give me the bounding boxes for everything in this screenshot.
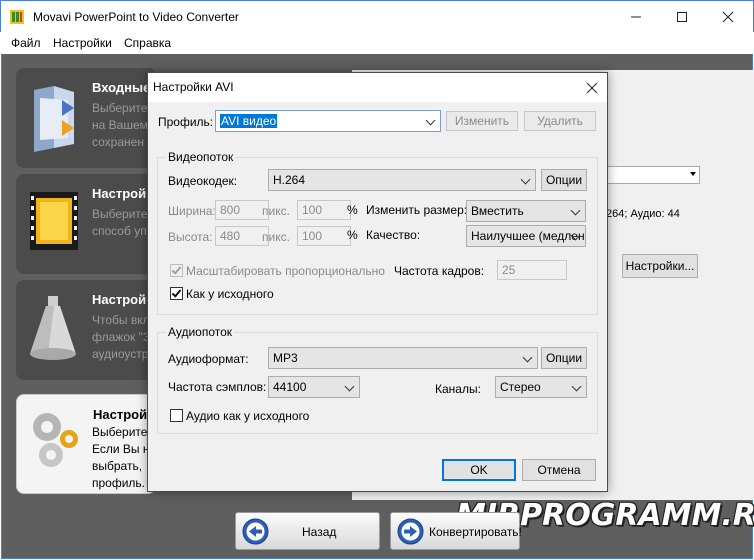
ok-button[interactable]: OK bbox=[442, 459, 516, 481]
step-title: Настрой bbox=[93, 407, 148, 422]
dialog-titlebar: Настройки AVI bbox=[148, 73, 607, 102]
close-icon bbox=[586, 82, 598, 93]
step-description: Выберите на Вашем сохранен bbox=[92, 101, 148, 149]
chevron-down-icon bbox=[522, 352, 533, 363]
gears-icon bbox=[33, 413, 78, 467]
width-label: Ширина: bbox=[168, 204, 216, 218]
film-strip-icon bbox=[30, 192, 78, 250]
height-input[interactable]: 480 bbox=[215, 226, 269, 246]
minimize-button[interactable] bbox=[613, 1, 659, 33]
resize-label: Изменить размер: bbox=[366, 203, 468, 217]
maximize-icon bbox=[677, 12, 687, 22]
resize-select[interactable]: Вместить bbox=[466, 200, 586, 222]
resize-value: Вместить bbox=[471, 204, 524, 218]
step-audio-settings[interactable]: Настрой Чтобы вкл флажок "З аудиоустр bbox=[16, 280, 156, 380]
sample-rate-value: 44100 bbox=[273, 380, 307, 394]
width-input[interactable]: 800 bbox=[215, 200, 269, 220]
step-title: Настрой bbox=[92, 186, 147, 201]
width-percent-sign: % bbox=[347, 203, 358, 217]
chevron-down-icon bbox=[425, 115, 436, 126]
arrow-right-icon bbox=[397, 518, 424, 545]
audio-format-value: MP3 bbox=[273, 351, 298, 365]
audio-as-source-checkbox[interactable] bbox=[170, 409, 183, 422]
cancel-button[interactable]: Отмена bbox=[522, 459, 596, 481]
step-description: Чтобы вкл флажок "З аудиоустр bbox=[92, 313, 151, 361]
step-title: Настрой bbox=[92, 292, 147, 307]
minimize-icon bbox=[631, 16, 641, 18]
audio-as-source-label: Аудио как у исходного bbox=[186, 409, 310, 423]
close-icon bbox=[722, 11, 734, 23]
dropdown-arrow-icon bbox=[690, 172, 696, 176]
width-percent-input[interactable]: 100 bbox=[297, 200, 351, 220]
app-logo-icon bbox=[10, 10, 24, 24]
quality-select[interactable]: Наилучшее (медлен bbox=[466, 225, 586, 247]
output-format-select[interactable] bbox=[602, 166, 700, 184]
settings-button[interactable]: Настройки... bbox=[622, 254, 698, 278]
video-group-title: Видеопоток bbox=[166, 150, 236, 164]
width-px-label: пикс. bbox=[262, 204, 290, 218]
audio-format-label: Аудиоформат: bbox=[168, 352, 249, 366]
scale-proportional-label: Масштабировать пропорционально bbox=[186, 264, 385, 278]
step-description: Выберите Если Вы н выбрать, профиль. bbox=[92, 425, 150, 490]
app-titlebar: Movavi PowerPoint to Video Converter bbox=[0, 0, 754, 32]
framerate-label: Частота кадров: bbox=[394, 264, 485, 278]
delete-profile-button[interactable]: Удалить bbox=[524, 111, 596, 131]
back-button[interactable]: Назад bbox=[235, 512, 380, 550]
height-percent-sign: % bbox=[347, 228, 358, 242]
menu-file[interactable]: Файл bbox=[11, 36, 41, 50]
format-info-text: 264; Аудио: 44 bbox=[606, 208, 680, 220]
sample-rate-select[interactable]: 44100 bbox=[268, 376, 360, 398]
back-button-label: Назад bbox=[302, 525, 337, 539]
chevron-down-icon bbox=[571, 381, 582, 392]
height-percent-input[interactable]: 100 bbox=[297, 226, 351, 246]
profile-value: AVI видео bbox=[220, 114, 278, 128]
video-as-source-checkbox[interactable] bbox=[170, 287, 183, 300]
convert-button[interactable]: Конвертировать! bbox=[390, 512, 522, 550]
avi-settings-dialog: Настройки AVI Профиль: AVI видео Изменит… bbox=[147, 72, 608, 492]
menu-help[interactable]: Справка bbox=[124, 36, 171, 50]
checkmark-icon bbox=[171, 264, 182, 275]
video-as-source-label: Как у исходного bbox=[186, 287, 274, 301]
video-codec-value: H.264 bbox=[273, 173, 306, 187]
close-button[interactable] bbox=[705, 1, 751, 33]
step-video-settings[interactable]: Настрой Выберите способ уп bbox=[16, 174, 156, 274]
step-input-files[interactable]: Входные Выберите на Вашем сохранен bbox=[16, 68, 156, 168]
menu-bar: Файл Настройки Справка bbox=[1, 32, 753, 54]
chevron-down-icon bbox=[570, 205, 581, 216]
checkmark-icon bbox=[171, 287, 182, 298]
audio-options-button[interactable]: Опции bbox=[541, 347, 587, 369]
channels-select[interactable]: Стерео bbox=[495, 376, 587, 398]
quality-value: Наилучшее (медлен bbox=[471, 229, 585, 243]
edit-profile-button[interactable]: Изменить bbox=[446, 111, 518, 131]
quality-label: Качество: bbox=[366, 228, 421, 242]
convert-button-label: Конвертировать! bbox=[429, 525, 522, 539]
folder-icon bbox=[34, 86, 74, 152]
chevron-down-icon bbox=[344, 381, 355, 392]
step-description: Выберите способ уп bbox=[92, 207, 148, 238]
megaphone-icon bbox=[30, 296, 76, 360]
video-options-button[interactable]: Опции bbox=[541, 169, 587, 191]
audio-group-title: Аудиопоток bbox=[166, 325, 235, 339]
dialog-close-button[interactable] bbox=[577, 73, 607, 102]
dialog-title: Настройки AVI bbox=[153, 80, 234, 94]
channels-value: Стерео bbox=[500, 380, 541, 394]
video-codec-select[interactable]: H.264 bbox=[268, 169, 536, 191]
scale-proportional-checkbox[interactable] bbox=[170, 264, 183, 277]
sample-rate-label: Частота сэмплов: bbox=[168, 380, 267, 394]
profile-label: Профиль: bbox=[158, 115, 214, 129]
height-label: Высота: bbox=[168, 230, 213, 244]
arrow-left-icon bbox=[242, 518, 269, 545]
height-px-label: пикс. bbox=[262, 230, 290, 244]
menu-settings[interactable]: Настройки bbox=[53, 36, 112, 50]
framerate-input[interactable]: 25 bbox=[497, 260, 567, 280]
step-output-settings[interactable]: Настрой Выберите Если Вы н выбрать, проф… bbox=[16, 394, 156, 494]
audio-format-select[interactable]: MP3 bbox=[268, 347, 538, 369]
step-title: Входные bbox=[92, 80, 151, 95]
video-codec-label: Видеокодек: bbox=[168, 174, 238, 188]
chevron-down-icon bbox=[520, 174, 531, 185]
profile-select[interactable]: AVI видео bbox=[215, 110, 441, 132]
app-title: Movavi PowerPoint to Video Converter bbox=[33, 10, 239, 24]
channels-label: Каналы: bbox=[435, 382, 481, 396]
maximize-button[interactable] bbox=[659, 1, 705, 33]
